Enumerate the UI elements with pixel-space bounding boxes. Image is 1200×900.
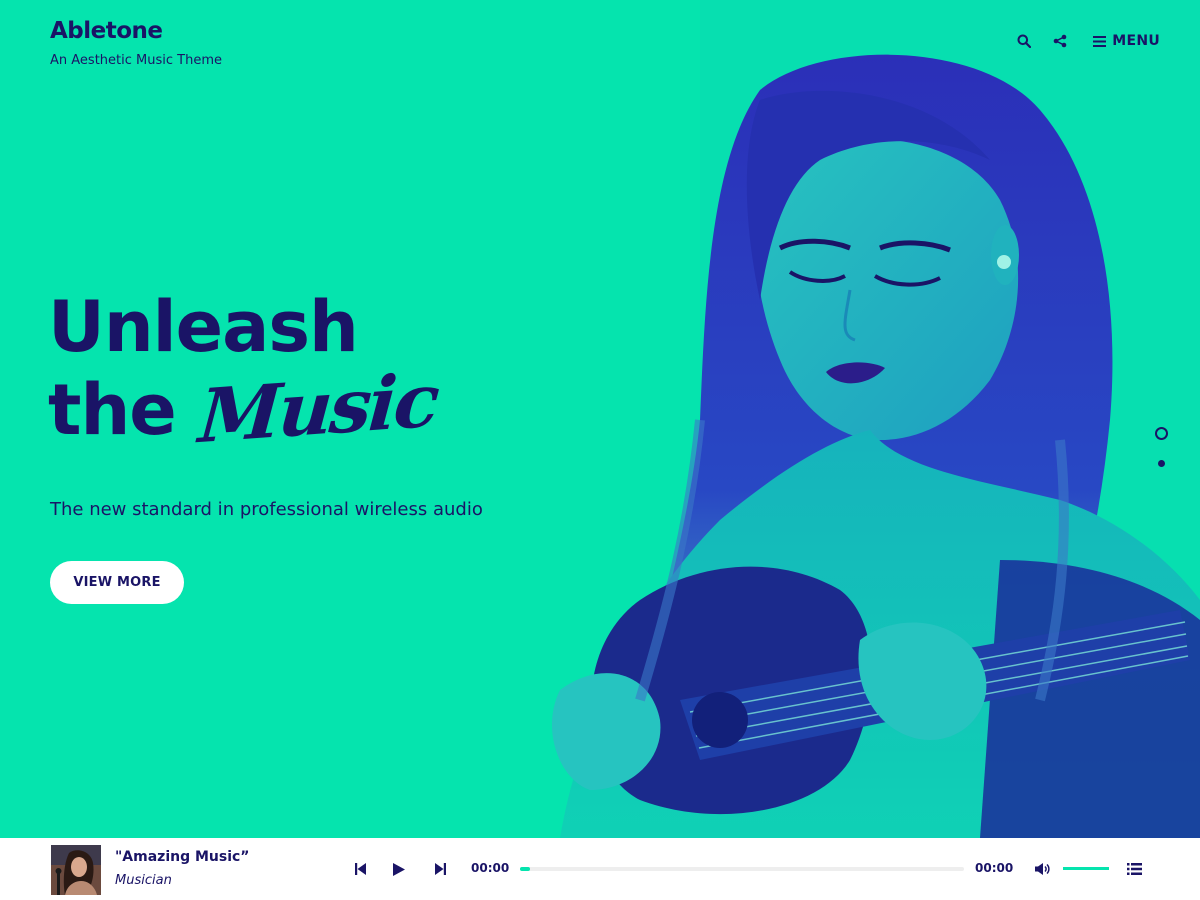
total-time: 00:00 bbox=[975, 861, 1014, 875]
hero-section: Abletone An Aesthetic Music Theme MENU U… bbox=[0, 0, 1200, 838]
hero-headline: Unleash the Music bbox=[48, 286, 439, 460]
share-icon[interactable] bbox=[1049, 30, 1071, 52]
brand[interactable]: Abletone An Aesthetic Music Theme bbox=[50, 18, 222, 68]
track-artist: Musician bbox=[115, 873, 172, 888]
previous-track-icon[interactable] bbox=[352, 861, 368, 877]
track-title: "Amazing Music” bbox=[115, 849, 250, 865]
headline-line-1: Unleash bbox=[48, 286, 359, 368]
menu-label: MENU bbox=[1112, 33, 1160, 49]
playlist-icon[interactable] bbox=[1126, 861, 1142, 877]
audio-player: "Amazing Music” Musician 00:00 00:00 bbox=[0, 838, 1200, 900]
play-icon[interactable] bbox=[391, 861, 407, 877]
slider-pagination bbox=[1155, 427, 1168, 467]
headline-the: the bbox=[48, 369, 177, 451]
slide-dot-2[interactable] bbox=[1158, 460, 1165, 467]
volume-icon[interactable] bbox=[1034, 861, 1050, 877]
progress-fill bbox=[520, 867, 530, 871]
album-cover bbox=[51, 845, 101, 895]
search-icon[interactable] bbox=[1013, 30, 1035, 52]
headline-script-word: Music bbox=[195, 357, 440, 461]
current-time: 00:00 bbox=[471, 861, 510, 875]
headline-line-2: the Music bbox=[48, 358, 439, 460]
site-title[interactable]: Abletone bbox=[50, 18, 222, 44]
menu-icon bbox=[1093, 35, 1107, 47]
header-actions: MENU bbox=[1013, 30, 1160, 52]
progress-bar[interactable] bbox=[520, 867, 964, 871]
menu-button[interactable]: MENU bbox=[1093, 33, 1160, 49]
slide-dot-1-active[interactable] bbox=[1155, 427, 1168, 440]
volume-fill bbox=[1063, 867, 1109, 870]
next-track-icon[interactable] bbox=[432, 861, 448, 877]
site-tagline: An Aesthetic Music Theme bbox=[50, 53, 222, 68]
view-more-button[interactable]: VIEW MORE bbox=[50, 561, 184, 604]
volume-slider[interactable] bbox=[1063, 867, 1109, 870]
hero-subtitle: The new standard in professional wireles… bbox=[50, 499, 483, 520]
